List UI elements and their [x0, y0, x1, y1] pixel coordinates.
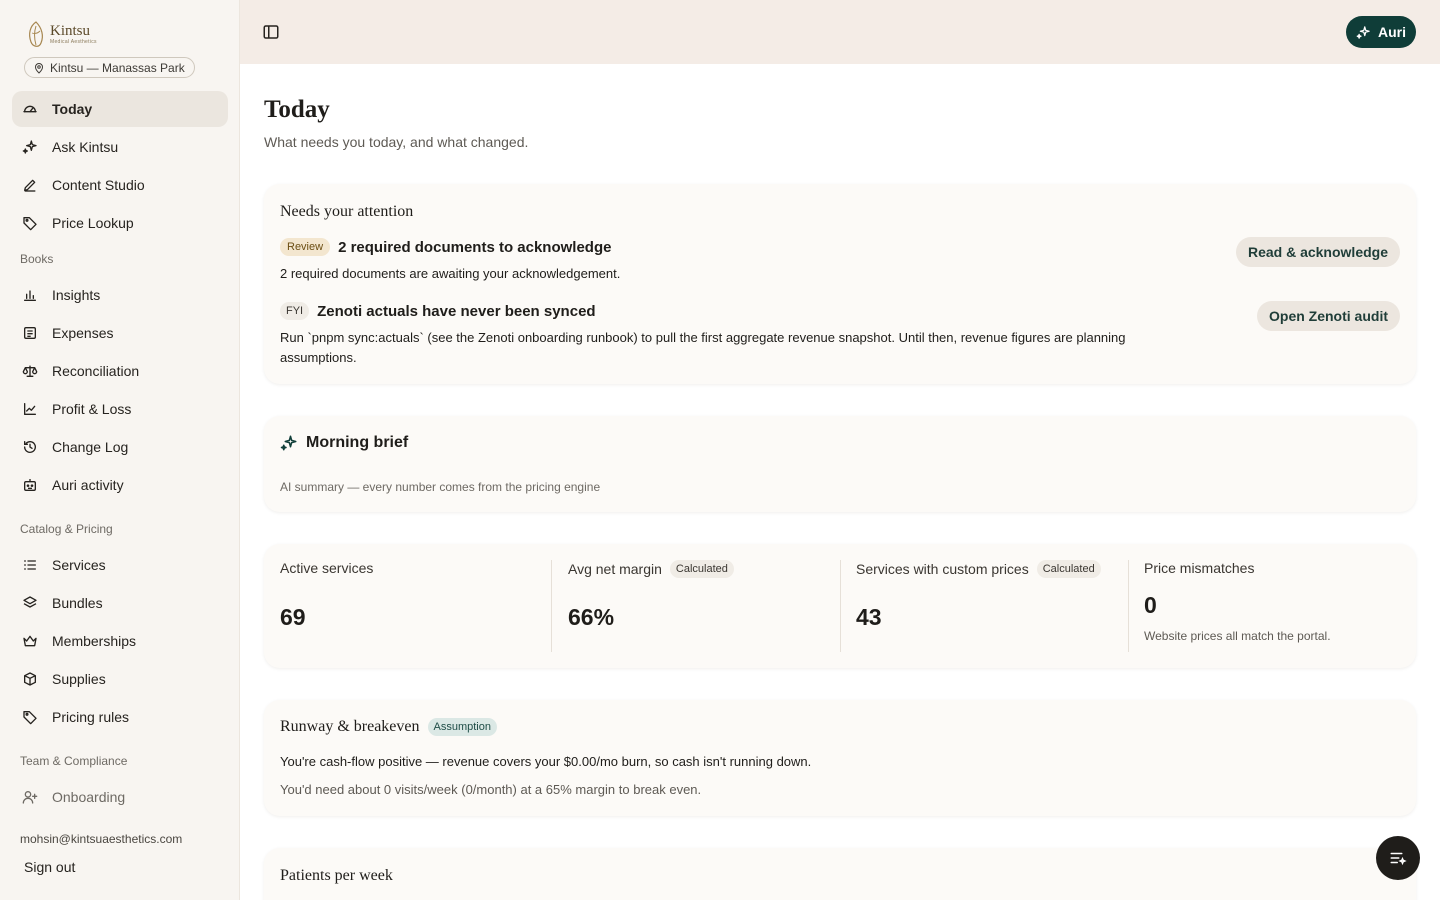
user-plus-icon — [22, 791, 38, 804]
location-selector[interactable]: Kintsu — Manassas Park — [24, 57, 195, 78]
tag-icon — [23, 217, 37, 231]
stat-value: 43 — [856, 604, 882, 630]
stat-divider — [840, 560, 841, 652]
list-sparkle-icon — [1390, 852, 1407, 866]
review-badge: Review — [280, 238, 331, 256]
stats-card: Active services 69 Avg net margin Calcul… — [264, 544, 1416, 668]
runway-title: Runway & breakeven — [280, 718, 420, 735]
location-label: Kintsu — Manassas Park — [50, 60, 185, 75]
nav-supplies[interactable]: Supplies — [12, 661, 228, 697]
kintsu-logo-icon — [29, 21, 43, 47]
nav-auri-activity[interactable]: Auri activity — [12, 467, 228, 503]
auri-label: Auri — [1378, 24, 1406, 40]
stat-value: 69 — [280, 604, 306, 630]
stat-active-services: Active services 69 — [280, 560, 536, 652]
stat-custom-prices: Services with custom prices Calculated 4… — [856, 560, 1112, 652]
brand-name: Kintsu — [50, 23, 91, 39]
nav-reconciliation[interactable]: Reconciliation — [12, 353, 228, 389]
nav-pricing-rules[interactable]: Pricing rules — [12, 699, 228, 735]
pen-icon — [24, 179, 36, 192]
stat-label: Services with custom prices — [856, 561, 1029, 577]
section-catalog-pricing: Catalog & Pricing — [20, 522, 113, 536]
assumption-badge: Assumption — [427, 718, 497, 736]
nav-insights[interactable]: Insights — [12, 277, 228, 313]
nav-onboarding[interactable]: Onboarding — [12, 779, 228, 815]
main-content: Today What needs you today, and what cha… — [240, 64, 1440, 900]
nav-content-studio[interactable]: Content Studio — [12, 167, 228, 203]
fyi-badge: FYI — [280, 302, 310, 320]
morning-brief-card: Morning brief AI summary — every number … — [264, 416, 1416, 512]
section-team-compliance: Team & Compliance — [20, 754, 128, 768]
stat-value: 0 — [1144, 592, 1157, 618]
nav-services[interactable]: Services — [12, 547, 228, 583]
open-zenoti-audit-button[interactable]: Open Zenoti audit — [1257, 301, 1400, 331]
brief-subtitle: AI summary — every number comes from the… — [280, 480, 601, 494]
top-bar: Auri — [240, 0, 1440, 64]
stat-label: Active services — [280, 560, 374, 576]
attention-card: Needs your attention Review 2 required d… — [264, 184, 1416, 384]
runway-card: Runway & breakeven Assumption You're cas… — [264, 700, 1416, 816]
sign-out-button[interactable]: Sign out — [24, 859, 75, 875]
patients-card: Patients per week — [264, 848, 1416, 900]
scale-icon — [22, 365, 38, 377]
breakeven-note: You'd need about 0 visits/week (0/month)… — [280, 782, 702, 797]
attention-item-desc: 2 required documents are awaiting your a… — [280, 266, 621, 281]
sidebar-toggle-icon[interactable] — [262, 23, 280, 41]
auri-button[interactable]: Auri — [1346, 16, 1416, 48]
stat-label: Price mismatches — [1144, 560, 1255, 576]
patients-title: Patients per week — [280, 867, 393, 884]
page-subtitle: What needs you today, and what changed. — [264, 134, 529, 150]
stat-divider — [1128, 560, 1129, 652]
quick-actions-button[interactable] — [1376, 836, 1420, 880]
stat-divider — [551, 560, 552, 652]
sidebar: Kintsu Medical Aesthetics Kintsu — Manas… — [0, 0, 240, 900]
attention-item-zenoti: FYI Zenoti actuals have never been synce… — [280, 302, 1200, 368]
bar-chart-icon — [24, 290, 36, 301]
stat-note: Website prices all match the portal. — [1144, 629, 1331, 643]
line-chart-icon — [24, 403, 36, 415]
user-email: mohsin@kintsuaesthetics.com — [20, 832, 183, 846]
gauge-icon — [23, 105, 37, 113]
nav-ask-kintsu[interactable]: Ask Kintsu — [12, 129, 228, 165]
stat-price-mismatches: Price mismatches 0 Website prices all ma… — [1144, 560, 1400, 652]
sparkle-icon — [22, 140, 37, 154]
attention-item-title: 2 required documents to acknowledge — [338, 238, 612, 256]
nav-profit-loss[interactable]: Profit & Loss — [12, 391, 228, 427]
nav-today[interactable]: Today — [12, 91, 228, 127]
map-pin-icon — [34, 62, 44, 74]
brand-subtitle: Medical Aesthetics — [50, 39, 97, 45]
receipt-icon — [24, 327, 36, 339]
history-icon — [24, 441, 36, 453]
nav-price-lookup[interactable]: Price Lookup — [12, 205, 228, 241]
calculated-badge: Calculated — [669, 560, 734, 578]
layers-icon — [23, 596, 37, 608]
brief-title: Morning brief — [306, 434, 409, 451]
bot-icon — [24, 479, 36, 491]
attention-item-desc: Run `pnpm sync:actuals` (see the Zenoti … — [280, 330, 1126, 365]
page-title: Today — [264, 96, 330, 123]
tag-icon — [23, 711, 37, 725]
sparkle-icon — [280, 435, 297, 451]
stat-avg-net-margin: Avg net margin Calculated 66% — [568, 560, 824, 652]
nav-change-log[interactable]: Change Log — [12, 429, 228, 465]
attention-item-title: Zenoti actuals have never been synced — [317, 302, 596, 320]
crown-icon — [23, 635, 37, 647]
sparkle-icon — [1356, 25, 1370, 39]
list-icon — [24, 560, 36, 570]
section-books: Books — [20, 252, 54, 266]
nav-bundles[interactable]: Bundles — [12, 585, 228, 621]
attention-item-documents: Review 2 required documents to acknowled… — [280, 238, 1200, 284]
nav-expenses[interactable]: Expenses — [12, 315, 228, 351]
calculated-badge: Calculated — [1036, 560, 1101, 578]
stat-value: 66% — [568, 604, 615, 630]
box-icon — [24, 672, 36, 686]
read-acknowledge-button[interactable]: Read & acknowledge — [1235, 237, 1400, 267]
stat-label: Avg net margin — [568, 561, 662, 577]
brand-logo[interactable]: Kintsu Medical Aesthetics — [26, 20, 97, 50]
attention-title: Needs your attention — [280, 203, 414, 220]
runway-summary: You're cash-flow positive — revenue cove… — [280, 754, 812, 769]
nav-memberships[interactable]: Memberships — [12, 623, 228, 659]
